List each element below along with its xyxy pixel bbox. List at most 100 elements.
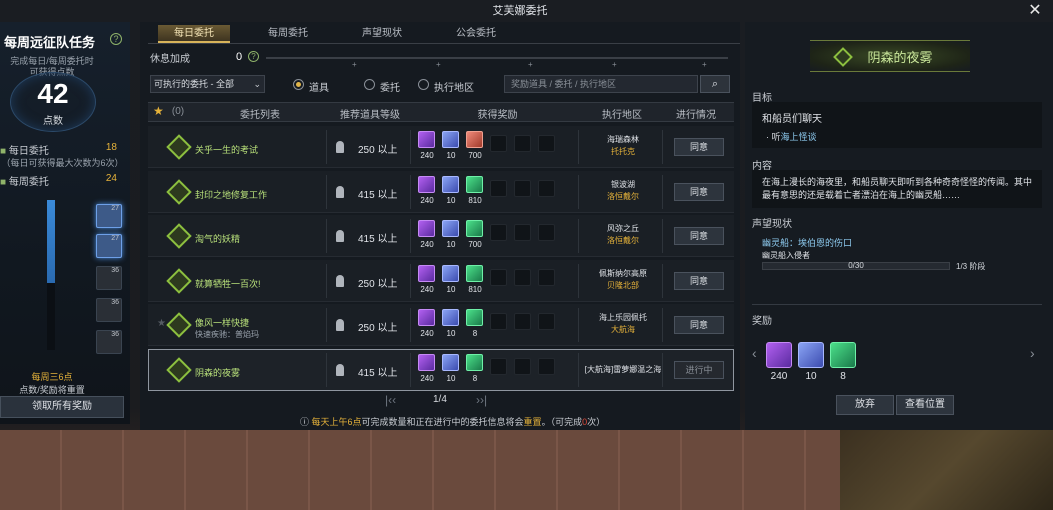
reward-count: 810 [468,285,482,294]
reward-icon[interactable] [442,354,459,371]
reward-icon[interactable] [418,176,435,193]
helmet-icon [336,275,344,287]
weekly-value: 24 [105,173,117,184]
reward-icon[interactable] [442,265,459,282]
reward-count: 240 [420,329,434,338]
column-divider [326,219,327,253]
reward-count: 240 [420,285,434,294]
tab-reputation[interactable]: 声望现状 [346,25,418,43]
reward-icon[interactable] [466,354,483,371]
column-divider [578,175,579,209]
reward-icon[interactable] [466,265,483,282]
radio-item-label: 道具 [309,83,329,94]
star-icon[interactable]: ★ [157,318,166,329]
in-progress-button[interactable]: 进行中 [674,361,724,379]
first-page-icon[interactable]: |‹‹ [385,393,396,407]
reward-count: 240 [420,151,434,160]
reputation-value: 0/30 [848,261,864,270]
accept-button[interactable]: 同意 [674,183,724,201]
milestone-reward[interactable]: 36 [96,298,122,322]
commission-filter-select[interactable]: 可执行的委托 - 全部 ⌄ [150,75,265,93]
milestone-reward[interactable]: 27 [96,234,122,258]
reward-icon[interactable] [442,309,459,326]
accept-button[interactable]: 同意 [674,316,724,334]
detail-reward-count: 10 [805,371,817,382]
reward-icon[interactable] [418,354,435,371]
notice-reset: 重置 [523,417,542,427]
detail-reward-icon[interactable] [798,342,824,368]
tick-icon: + [612,60,617,69]
empty-reward-slot [514,269,531,286]
recommended-level: 250 以上 [358,145,398,156]
empty-reward-slot [538,135,555,152]
help-icon[interactable]: ? [110,33,122,45]
commission-subtitle: 快速疾驰：普焰玛 [195,330,259,339]
filter-select-value: 可执行的委托 - 全部 [154,79,234,89]
reward-icon[interactable] [418,265,435,282]
last-page-icon[interactable]: ››| [476,393,487,407]
radio-region[interactable] [418,79,429,90]
reward-count: 10 [446,196,456,205]
radio-item[interactable] [293,79,304,90]
reward-icon[interactable] [418,131,435,148]
reward-icon[interactable] [418,220,435,237]
rest-help-icon[interactable]: ? [248,51,259,62]
empty-reward-slot [514,135,531,152]
page-indicator: 1/4 [433,394,447,405]
col-commission: 委托列表 [240,110,280,121]
weekly-label: 每周委托 [8,177,49,188]
helmet-icon [336,319,344,331]
reward-icon[interactable] [466,131,483,148]
column-divider [410,308,411,342]
column-divider [410,175,411,209]
reset-note: 每周三6点 点数/奖励将重置 [0,370,104,396]
column-divider [662,219,663,253]
milestone-reward[interactable]: 27 [96,204,122,228]
column-divider [662,264,663,298]
col-status: 进行情况 [676,110,716,121]
tab-guild[interactable]: 公会委托 [440,25,512,43]
radio-commission[interactable] [364,79,375,90]
reward-count: 240 [420,196,434,205]
empty-reward-slot [538,269,555,286]
milestone-reward[interactable]: 36 [96,330,122,354]
column-divider [662,175,663,209]
tab-weekly[interactable]: 每周委托 [252,25,324,43]
give-up-button[interactable]: 放弃 [836,395,894,415]
view-location-button[interactable]: 查看位置 [896,395,954,415]
reputation-sub: 幽灵船入侵者 [762,251,810,260]
claim-all-rewards-button[interactable]: 领取所有奖励 [0,396,124,418]
points-unit: 点数 [43,116,63,127]
close-icon[interactable]: ✕ [1026,2,1044,20]
reward-icon[interactable] [442,131,459,148]
reward-icon[interactable] [442,176,459,193]
detail-reward-icon[interactable] [830,342,856,368]
accept-button[interactable]: 同意 [674,227,724,245]
reward-icon[interactable] [442,220,459,237]
detail-reward-icon[interactable] [766,342,792,368]
tab-daily[interactable]: 每日委托 [158,25,230,43]
reputation-stage: 1/3 阶段 [956,262,986,271]
reward-icon[interactable] [418,309,435,326]
target-main: 和船员们聊天 [762,114,822,125]
search-input[interactable]: 奖励道具 / 委托 / 执行地区 [504,75,698,93]
reward-icon[interactable] [466,220,483,237]
region-name: [大航海]雷萝娜温之海 [584,365,662,374]
reward-icon[interactable] [466,176,483,193]
commission-name: 淘气的妖精 [195,234,241,244]
empty-reward-slot [490,313,507,330]
notice-text: 可完成数量和正在进行中的委托信息将会 [361,417,524,427]
reward-icon[interactable] [466,309,483,326]
star-icon[interactable]: ★ [153,104,164,118]
chevron-left-icon[interactable]: ‹ [752,345,757,361]
divider [752,304,1042,305]
accept-button[interactable]: 同意 [674,272,724,290]
empty-reward-slot [514,313,531,330]
chevron-right-icon[interactable]: › [1030,345,1035,361]
accept-button[interactable]: 同意 [674,138,724,156]
reset-notice: ⓘ 每天上午6点可完成数量和正在进行中的委托信息将会重置。（可完成0次） [300,415,605,428]
search-icon[interactable]: ⌕ [700,75,730,93]
empty-reward-slot [538,358,555,375]
milestone-reward[interactable]: 36 [96,266,122,290]
reward-count: 700 [468,240,482,249]
